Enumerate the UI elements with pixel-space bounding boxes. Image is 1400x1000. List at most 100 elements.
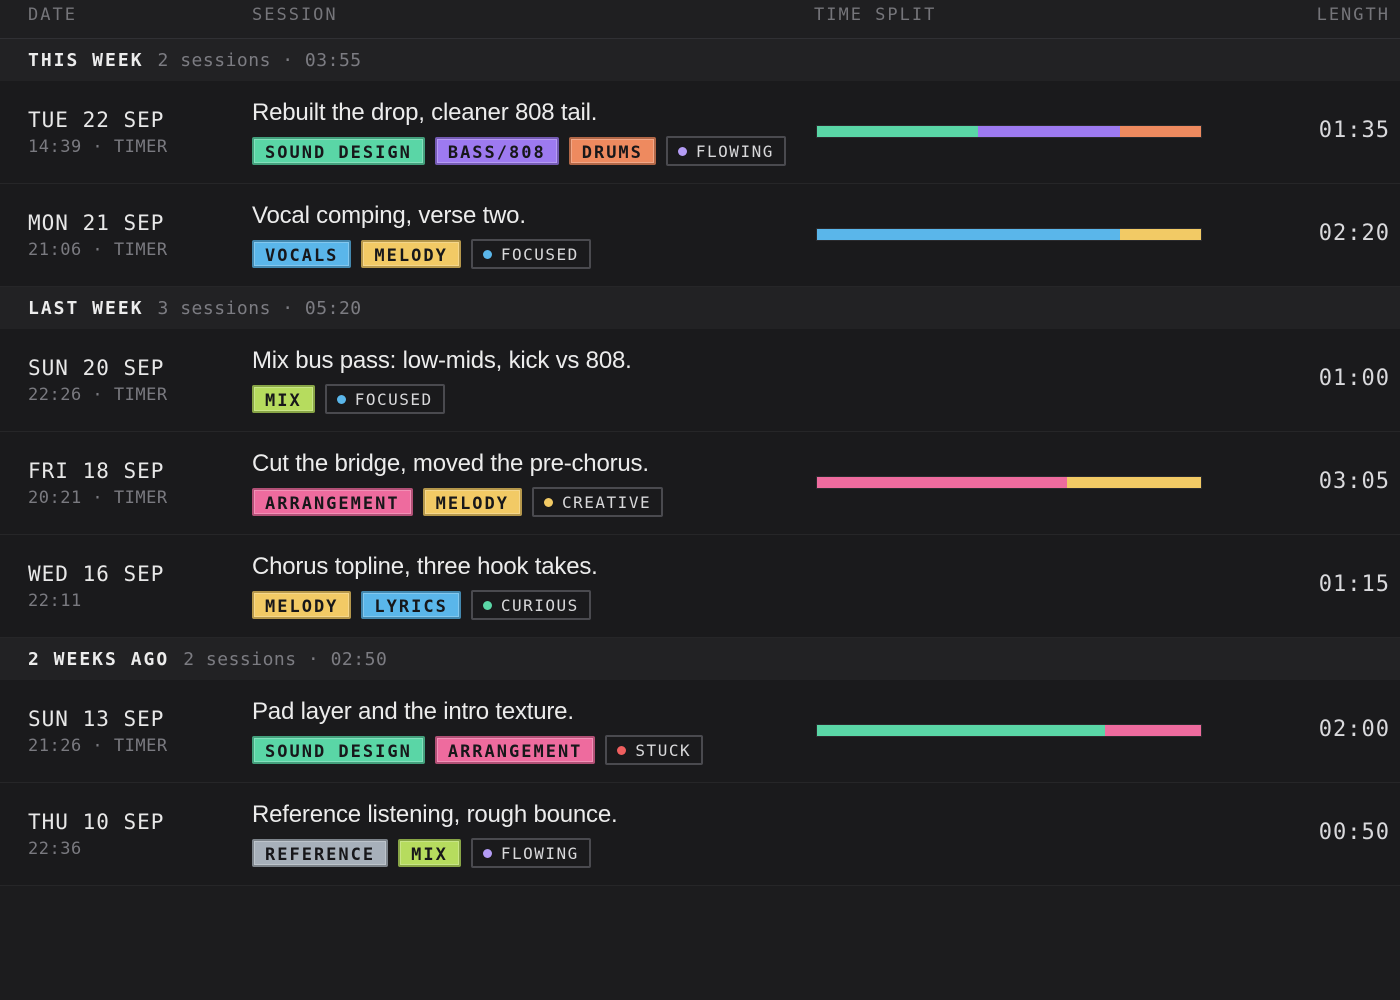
mood-label: FLOWING [500, 843, 579, 863]
session-length: 03:05 [1318, 469, 1390, 494]
session-title[interactable]: Vocal comping, verse two. [252, 202, 591, 230]
time-label: 22:26 · TIMER [28, 385, 168, 405]
tag-chip[interactable]: MIX [252, 385, 315, 413]
time-label: 22:11 [28, 591, 82, 611]
session-info: Pad layer and the intro texture. SOUND DE… [252, 698, 704, 765]
date-label: SUN 20 SEP [28, 356, 165, 380]
session-title[interactable]: Rebuilt the drop, cleaner 808 tail. [252, 99, 786, 127]
session-row[interactable]: TUE 22 SEP 14:39 · TIMER Rebuilt the drop,… [0, 81, 1400, 184]
tag-chip[interactable]: MELODY [422, 488, 523, 516]
mood-dot-icon [482, 848, 492, 858]
time-split-segment [817, 126, 979, 137]
tag-chip[interactable]: SOUND DESIGN [252, 736, 425, 764]
session-row[interactable]: MON 21 SEP 21:06 · TIMER Vocal comping, ve… [0, 184, 1400, 287]
time-split-bar [816, 724, 1202, 737]
time-split-segment [817, 725, 1105, 736]
session-title[interactable]: Reference listening, rough bounce. [252, 801, 618, 829]
tag-chip[interactable]: MELODY [361, 240, 461, 268]
mood-dot-icon [336, 394, 346, 404]
tag-list: ARRANGEMENT MELODY CREATIVE [252, 487, 664, 517]
session-date: TUE 22 SEP 14:39 · TIMER [28, 108, 168, 157]
time-split-segment [1066, 477, 1201, 488]
mood-badge[interactable]: FLOWING [665, 136, 786, 166]
mood-badge[interactable]: FOCUSED [324, 384, 445, 414]
session-date: MON 21 SEP 21:06 · TIMER [28, 211, 168, 260]
time-split-bar [816, 125, 1202, 138]
session-length: 02:00 [1318, 717, 1390, 742]
column-header-session[interactable]: SESSION [252, 5, 338, 25]
date-label: THU 10 SEP [28, 810, 165, 834]
mood-label: CURIOUS [500, 595, 579, 615]
tag-chip[interactable]: BASS/808 [434, 137, 559, 165]
session-title[interactable]: Chorus topline, three hook takes. [252, 553, 598, 581]
time-split-segment [1120, 126, 1201, 137]
tag-chip[interactable]: VOCALS [252, 240, 352, 268]
mood-badge[interactable]: FOCUSED [470, 239, 591, 269]
column-header-length[interactable]: LENGTH [1317, 5, 1390, 25]
group-summary: 3 sessions · 05:20 [157, 297, 362, 319]
group-header: 2 WEEKS AGO 2 sessions · 02:50 [0, 638, 1400, 680]
table-header: DATE SESSION TIME SPLIT LENGTH [0, 0, 1400, 39]
tag-chip[interactable]: LYRICS [361, 591, 461, 619]
session-length: 01:00 [1318, 366, 1390, 391]
time-split-segment [1105, 725, 1201, 736]
mood-badge[interactable]: CURIOUS [470, 590, 591, 620]
column-header-time-split[interactable]: TIME SPLIT [814, 5, 936, 25]
tag-list: MIX FOCUSED [252, 384, 632, 414]
tag-chip[interactable]: ARRANGEMENT [434, 736, 596, 764]
time-split-segment [978, 126, 1121, 137]
group-summary: 2 sessions · 03:55 [157, 49, 362, 71]
mood-dot-icon [482, 600, 492, 610]
session-title[interactable]: Mix bus pass: low-mids, kick vs 808. [252, 347, 632, 375]
time-label: 21:26 · TIMER [28, 736, 168, 756]
session-date: FRI 18 SEP 20:21 · TIMER [28, 459, 168, 508]
mood-dot-icon [544, 497, 554, 507]
session-row[interactable]: FRI 18 SEP 20:21 · TIMER Cut the bridge, m… [0, 432, 1400, 535]
mood-dot-icon [677, 146, 687, 156]
tag-chip[interactable]: SOUND DESIGN [252, 137, 425, 165]
date-label: MON 21 SEP [28, 211, 165, 235]
group-header: THIS WEEK 2 sessions · 03:55 [0, 39, 1400, 81]
mood-label: FLOWING [695, 141, 774, 161]
session-info: Mix bus pass: low-mids, kick vs 808. MIX F… [252, 347, 632, 414]
tag-list: SOUND DESIGN BASS/808 DRUMS FLOWING [252, 136, 786, 166]
session-row[interactable]: THU 10 SEP 22:36 Reference listening, roug… [0, 783, 1400, 886]
session-info: Reference listening, rough bounce. REFERE… [252, 801, 618, 868]
mood-dot-icon [617, 745, 627, 755]
tag-list: REFERENCE MIX FLOWING [252, 838, 617, 868]
time-split-segment [817, 477, 1067, 488]
mood-badge[interactable]: FLOWING [470, 838, 591, 868]
session-title[interactable]: Cut the bridge, moved the pre-chorus. [252, 450, 663, 478]
tag-chip[interactable]: ARRANGEMENT [252, 488, 413, 516]
tag-chip[interactable]: MIX [398, 839, 461, 867]
mood-label: FOCUSED [354, 389, 433, 409]
tag-list: SOUND DESIGN ARRANGEMENT STUCK [252, 735, 704, 765]
tag-chip[interactable]: DRUMS [568, 137, 656, 165]
session-list: THIS WEEK 2 sessions · 03:55 TUE 22 SEP 14:… [0, 39, 1400, 886]
mood-badge[interactable]: STUCK [605, 735, 704, 765]
time-label: 22:36 [28, 839, 82, 859]
session-length: 01:35 [1318, 118, 1390, 143]
column-header-date[interactable]: DATE [28, 5, 77, 25]
date-label: FRI 18 SEP [28, 459, 165, 483]
time-split-segment [1120, 229, 1201, 240]
time-split-segment [817, 229, 1121, 240]
time-split-bar [816, 476, 1202, 489]
mood-dot-icon [482, 249, 492, 259]
session-row[interactable]: SUN 13 SEP 21:26 · TIMER Pad layer and the… [0, 680, 1400, 783]
session-length: 02:20 [1318, 221, 1390, 246]
session-date: SUN 13 SEP 21:26 · TIMER [28, 707, 168, 756]
session-date: THU 10 SEP 22:36 [28, 810, 164, 859]
tag-list: MELODY LYRICS CURIOUS [252, 590, 598, 620]
tag-chip[interactable]: MELODY [252, 591, 352, 619]
tag-chip[interactable]: REFERENCE [252, 839, 389, 867]
group-header: LAST WEEK 3 sessions · 05:20 [0, 287, 1400, 329]
group-title: 2 WEEKS AGO [28, 648, 170, 670]
date-label: SUN 13 SEP [28, 707, 165, 731]
tag-list: VOCALS MELODY FOCUSED [252, 239, 591, 269]
session-row[interactable]: WED 16 SEP 22:11 Chorus topline, three hoo… [0, 535, 1400, 638]
session-row[interactable]: SUN 20 SEP 22:26 · TIMER Mix bus pass: low… [0, 329, 1400, 432]
mood-label: CREATIVE [562, 492, 652, 512]
session-title[interactable]: Pad layer and the intro texture. [252, 698, 703, 726]
mood-badge[interactable]: CREATIVE [532, 487, 664, 517]
